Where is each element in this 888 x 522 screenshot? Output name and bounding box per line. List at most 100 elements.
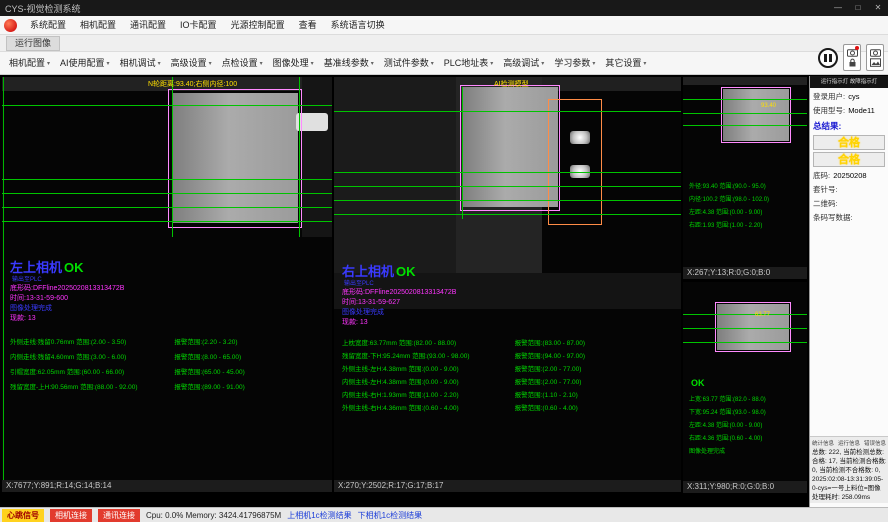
mini-measure-line: 上宽:63.77 范围:(82.0 - 88.0) <box>689 394 805 407</box>
title-bar: CYS-视觉检测系统 — □ ✕ <box>0 0 888 16</box>
alert-dot-icon <box>855 46 859 50</box>
measure-text-left: 残留宽度-上H:90.56mm 范围:(88.00 - 92.00) <box>10 380 174 395</box>
result-ok-badge: OK <box>396 264 416 279</box>
measure-text-left: 外侧主线-右H:4.36mm 范围:(0.60 - 4.00) <box>342 402 515 415</box>
measure-guide-line <box>683 328 807 329</box>
indicator-strip: 运行指示灯 故障指示灯 <box>810 76 888 88</box>
menu-item[interactable]: 查看 <box>292 16 324 34</box>
barcode-write-field: 条码写数据: <box>810 209 888 223</box>
measure-text-right: 报警范围:(65.00 - 45.00) <box>174 365 326 380</box>
lower-camera-result-text: 下相机1c检测结果 <box>358 510 422 521</box>
detection-roi-box <box>715 302 791 352</box>
measure-guide-line <box>334 214 681 215</box>
tab-row: 运行图像 <box>0 35 888 52</box>
toolbar-item[interactable]: 测试件参数 <box>379 52 439 75</box>
machine-background <box>302 77 332 237</box>
menu-item[interactable]: 系统语言切换 <box>324 16 392 34</box>
menu-item[interactable]: 相机配置 <box>73 16 123 34</box>
measure-tag: 93.40 <box>761 103 776 109</box>
lock-icon <box>847 58 858 67</box>
model-value[interactable]: Mode11 <box>848 106 875 115</box>
mini-top-canvas[interactable]: 93.40 外径:93.40 范围:(90.0 - 95.0)内径:100.2 … <box>683 77 807 267</box>
mini-measure-line: 外径:93.40 范围:(90.0 - 95.0) <box>689 181 805 194</box>
maximize-button[interactable]: □ <box>848 0 868 16</box>
middle-camera-canvas[interactable]: AI检测模型 右上相机OK 输出至PLC 底形码:DFFline20250208… <box>334 77 681 480</box>
camera-view-left: N轮距离:93.40;右侧内径:100 左上相机OK 输出至PLC 底形码:DF… <box>2 77 332 492</box>
mini-view-bottom: 63.77 OK 上宽:63.77 范围:(82.0 - 88.0)下宽:95.… <box>683 282 807 493</box>
menu-item[interactable]: IO卡配置 <box>173 16 224 34</box>
window-title: CYS-视觉检测系统 <box>5 2 81 15</box>
toolbar-item[interactable]: 基准线参数 <box>319 52 379 75</box>
detection-roi-box <box>721 87 791 143</box>
stats-tab[interactable]: 错误信息 <box>864 439 886 447</box>
toolbar-item[interactable]: 点检设置 <box>217 52 268 75</box>
pause-button[interactable] <box>818 48 838 68</box>
menu-item[interactable]: 通讯配置 <box>123 16 173 34</box>
minimize-button[interactable]: — <box>828 0 848 16</box>
measurement-row: 外侧主线-右H:4.36mm 范围:(0.60 - 4.00)报警范围:(0.6… <box>342 402 674 415</box>
cpu-memory-readout: Cpu: 0.0% Memory: 3424.41796875M <box>146 511 281 520</box>
stats-block: 统计信息运行信息错误信息 总数: 222, 当前检测总数:合格: 17, 当前检… <box>810 436 888 503</box>
mini-bottom-canvas[interactable]: 63.77 OK 上宽:63.77 范围:(82.0 - 88.0)下宽:95.… <box>683 282 807 481</box>
measure-text-left: 外侧主线-左H:4.38mm 范围:(0.00 - 9.00) <box>342 363 515 376</box>
measure-guide-line <box>2 221 332 222</box>
measure-text-right: 报警范围:(94.00 - 97.00) <box>515 350 674 363</box>
measurement-row: 内侧主线-左H:4.38mm 范围:(0.00 - 9.00)报警范围:(2.0… <box>342 376 674 389</box>
menu-item[interactable]: 系统配置 <box>23 16 73 34</box>
pause-icon <box>829 54 832 62</box>
measure-text-left: 内侧主线-右H:1.93mm 范围:(1.00 - 2.20) <box>342 389 515 402</box>
measure-text-right: 报警范围:(2.00 - 77.00) <box>515 363 674 376</box>
model-field: 使用型号: Mode11 <box>810 102 888 116</box>
stats-line: 2025:02:08-13:31:39:05- <box>812 475 886 484</box>
measurement-row: 内侧走线:残留4.60mm 范围:(3.00 - 6.00)报警范围:(8.00… <box>10 350 326 365</box>
toolbar-item[interactable]: 高级调试 <box>498 52 549 75</box>
toolbar-item[interactable]: 其它设置 <box>600 52 651 75</box>
toolbar-item[interactable]: 相机配置 <box>4 52 55 75</box>
capture-button[interactable] <box>866 44 884 71</box>
left-pixel-readout: X:7677;Y:891;R:14;G:14;B:14 <box>2 480 332 492</box>
toolbar-item[interactable]: 高级设置 <box>166 52 217 75</box>
toolbar-item[interactable]: 图像处理 <box>268 52 319 75</box>
stats-tab[interactable]: 统计信息 <box>812 439 834 447</box>
measurement-row: 残留宽度-上H:90.56mm 范围:(88.00 - 92.00)报警范围:(… <box>10 380 326 395</box>
close-button[interactable]: ✕ <box>868 0 888 16</box>
count-text: 现款: 13 <box>342 317 368 327</box>
heartbeat-indicator: 心跳信号 <box>2 509 44 522</box>
stats-tab[interactable]: 运行信息 <box>838 439 860 447</box>
stats-line: 0-cys=一号上料位=图像 <box>812 484 886 493</box>
measure-text-right: 报警范围:(8.00 - 65.00) <box>174 350 326 365</box>
mini-measure-line: 图像处理完成 <box>689 446 805 459</box>
measure-guide-line <box>683 314 807 315</box>
stats-line: 0, 当前检测不合格数: 0, <box>812 466 886 475</box>
camera-toggle-button[interactable] <box>843 44 861 71</box>
measure-text-left: 内侧主线-左H:4.38mm 范围:(0.00 - 9.00) <box>342 376 515 389</box>
measure-text-right: 报警范围:(0.60 - 4.00) <box>515 402 674 415</box>
mini-measure-line: 右距:4.36 范围:(0.60 - 4.00) <box>689 433 805 446</box>
count-text: 现款: 13 <box>10 313 36 323</box>
measure-text-right: 报警范围:(89.00 - 91.00) <box>174 380 326 395</box>
measurement-row: 外侧主线-左H:4.38mm 范围:(0.00 - 9.00)报警范围:(2.0… <box>342 363 674 376</box>
plc-output-label: 输出至PLC <box>344 278 374 287</box>
qr-field: 二维码: <box>810 195 888 209</box>
measure-guide-line <box>2 179 332 180</box>
camera-connection-indicator: 相机连接 <box>50 509 92 522</box>
mini-top-pixel-readout: X:267;Y:13;R:0;G:0;B:0 <box>683 267 807 279</box>
mini-measure-line: 下宽:95.24 范围:(93.0 - 98.0) <box>689 407 805 420</box>
measure-text-right: 报警范围:(83.00 - 87.00) <box>515 337 674 350</box>
reflection-highlight <box>570 131 590 144</box>
mini-measure-list: 上宽:63.77 范围:(82.0 - 88.0)下宽:95.24 范围:(93… <box>689 394 805 459</box>
menu-item[interactable]: 光源控制配置 <box>224 16 292 34</box>
measure-text-left: 残留宽度-下H:95.24mm 范围:(93.00 - 98.00) <box>342 350 515 363</box>
left-camera-canvas[interactable]: N轮距离:93.40;右侧内径:100 左上相机OK 输出至PLC 底形码:DF… <box>2 77 332 480</box>
result-ok-badge: OK <box>64 260 84 275</box>
toolbar-item[interactable]: AI使用配置 <box>55 52 115 75</box>
tab-run-image[interactable]: 运行图像 <box>6 36 60 51</box>
login-user-field: 登录用户: cys <box>810 88 888 102</box>
camera-icon <box>870 48 881 57</box>
toolbar-item[interactable]: 相机调试 <box>115 52 166 75</box>
measurement-row: 引帽宽度:62.05mm 范围:(60.00 - 66.00)报警范围:(65.… <box>10 365 326 380</box>
toolbar-item[interactable]: 学习参数 <box>549 52 600 75</box>
barcode-text: 底形码:DFFline2025020813313472B <box>10 283 124 293</box>
toolbar-item[interactable]: PLC地址表 <box>439 52 499 75</box>
measure-text-left: 上枕宽度:63.77mm 范围:(82.00 - 88.00) <box>342 337 515 350</box>
